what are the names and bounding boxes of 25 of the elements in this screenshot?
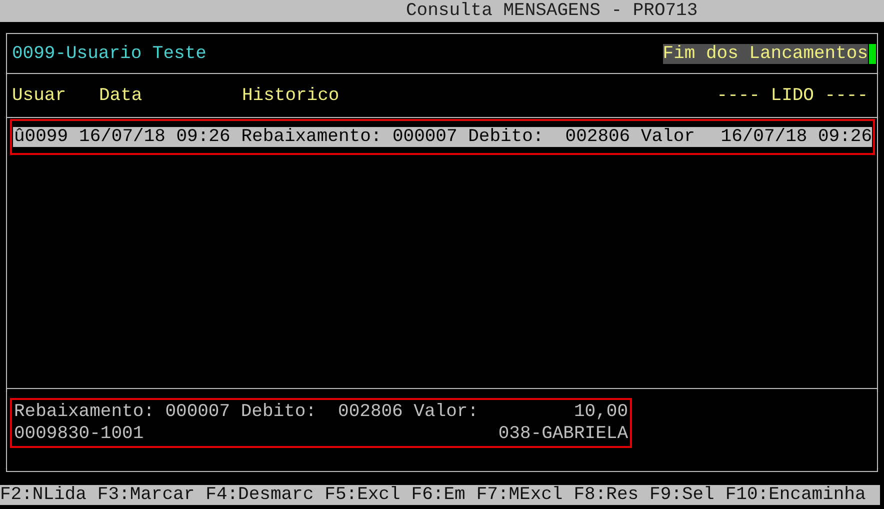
function-key[interactable]: F6:Em	[411, 485, 466, 505]
user-label: 0099-Usuario Teste	[12, 44, 206, 64]
function-key[interactable]: F2:NLida	[0, 485, 86, 505]
table-cell: 16/07/18 09:26	[720, 127, 872, 147]
detail-text: Rebaixamento: 000007 Debito: 002806 Valor:	[14, 402, 478, 422]
function-key[interactable]: F4:Desmarc	[206, 485, 314, 505]
status-label: Fim dos Lancamentos	[662, 44, 868, 64]
table-cell-text: Rebaixamento: 000007 Debito: 002806 Valor	[241, 127, 696, 147]
detail-text: 10,00	[574, 402, 628, 422]
function-key[interactable]: F7:MExcl	[476, 485, 563, 505]
list-row[interactable]: û0099 16/07/18 09:26 Rebaixamento: 000007 Debito: 002806 Valor 16/07/18 09:26	[13, 127, 872, 147]
function-key[interactable]: F9:Sel	[650, 485, 714, 505]
table-cell: 16/07/18 09:26	[79, 127, 230, 147]
function-key[interactable]: F3:Marcar	[97, 485, 195, 505]
function-key[interactable]: F5:Excl	[324, 485, 400, 505]
function-key[interactable]: F8:Res	[574, 485, 639, 505]
window-title: Consulta MENSAGENS - PRO713	[406, 1, 698, 21]
column-header: Data	[99, 86, 144, 106]
column-header: Usuar	[12, 86, 68, 106]
column-header: ---- LIDO ----	[716, 86, 868, 106]
column-header: Historico	[242, 86, 340, 106]
function-key[interactable]: F10:Encaminha	[725, 485, 866, 505]
detail-text: 0009830-1001	[14, 424, 144, 444]
detail-text: 038-GABRIELA	[498, 424, 628, 444]
table-cell: û0099	[14, 127, 68, 147]
